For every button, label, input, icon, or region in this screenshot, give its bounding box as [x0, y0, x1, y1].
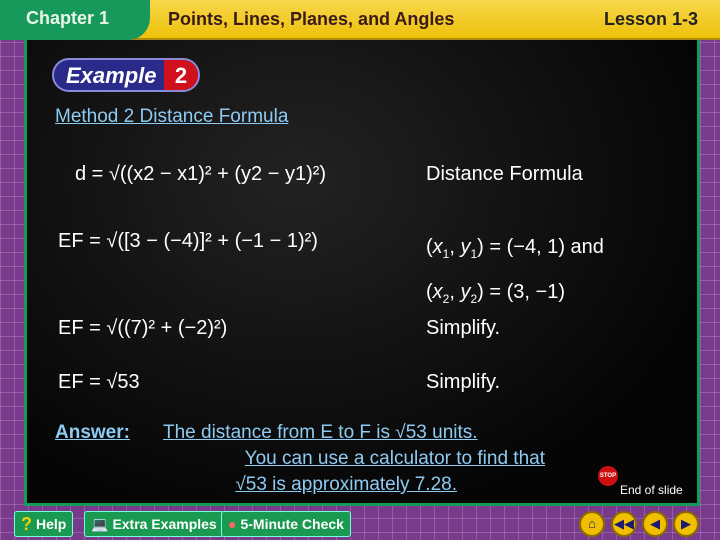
answer-line-2: You can use a calculator to find that — [244, 448, 545, 469]
formula-simplify-1: EF = √((7)² + (−2)²) — [58, 317, 228, 339]
back-icon[interactable]: ◀ — [642, 511, 668, 537]
rewind-icon[interactable]: ◀◀ — [611, 511, 637, 537]
flask-icon: ● — [228, 516, 237, 532]
end-of-slide-label: End of slide — [620, 483, 683, 497]
example-label: Example — [66, 63, 157, 88]
note-simplify-2: Simplify. — [426, 371, 501, 393]
formula-substitute: EF = √([3 − (−4)]² + (−1 − 1)²) — [58, 230, 318, 252]
example-badge: Example 2 — [52, 58, 200, 92]
lesson-number: Lesson 1-3 — [603, 9, 698, 29]
answer-label: Answer: — [55, 422, 130, 443]
stop-sign-icon: STOP — [598, 466, 618, 486]
method-heading: Method 2 Distance Formula — [55, 106, 289, 127]
answer-line-1: The distance from E to F is √53 units. — [163, 422, 478, 443]
header-bar: Chapter 1 Points, Lines, Planes, and Ang… — [0, 0, 720, 40]
note-distance-formula: Distance Formula — [426, 163, 583, 185]
note-simplify-1: Simplify. — [426, 317, 501, 339]
help-label: Help — [36, 516, 67, 532]
example-number: 2 — [164, 60, 198, 90]
lesson-title: Points, Lines, Planes, and Angles — [168, 9, 455, 29]
five-minute-check-label: 5-Minute Check — [240, 516, 344, 532]
chapter-tab: Chapter 1 — [0, 0, 150, 40]
answer-line-3: √53 is approximately 7.28. — [235, 474, 457, 495]
forward-icon[interactable]: ▶ — [673, 511, 699, 537]
formula-distance: d = √((x2 − x1)² + (y2 − y1)²) — [75, 163, 327, 185]
five-minute-check-button[interactable]: ● 5-Minute Check — [221, 511, 351, 537]
computer-icon: 💻 — [91, 515, 109, 532]
home-icon[interactable]: ⌂ — [579, 511, 605, 537]
formula-simplify-2: EF = √53 — [58, 371, 140, 393]
help-button[interactable]: ? Help — [14, 511, 74, 537]
question-icon: ? — [21, 513, 32, 534]
extra-examples-button[interactable]: 💻 Extra Examples — [84, 511, 224, 537]
note-coordinates: (x1, y1) = (−4, 1) and (x2, y2) = (3, −1) — [426, 236, 604, 306]
extra-examples-label: Extra Examples — [112, 516, 217, 532]
